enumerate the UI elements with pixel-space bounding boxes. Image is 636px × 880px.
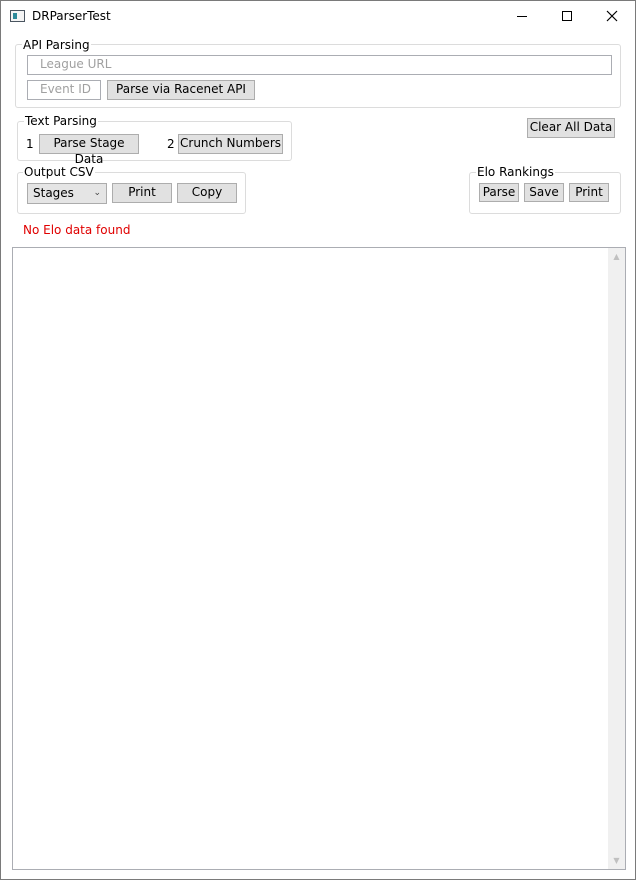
window-title: DRParserTest	[32, 9, 111, 23]
minimize-button[interactable]	[499, 1, 545, 32]
scroll-down-icon[interactable]: ▼	[608, 852, 625, 869]
output-csv-label: Output CSV	[23, 165, 95, 179]
maximize-button[interactable]	[544, 1, 590, 32]
output-type-value: Stages	[33, 186, 74, 200]
output-type-select[interactable]: Stages ⌄	[27, 183, 107, 204]
chevron-down-icon: ⌄	[93, 188, 101, 198]
crunch-numbers-button[interactable]: Crunch Numbers	[178, 134, 283, 154]
vertical-scrollbar[interactable]: ▲ ▼	[608, 248, 625, 869]
step-2-number: 2	[167, 137, 175, 151]
elo-parse-button[interactable]: Parse	[479, 183, 519, 202]
output-copy-button[interactable]: Copy	[177, 183, 237, 203]
text-parsing-label: Text Parsing	[24, 114, 98, 128]
output-textarea[interactable]: ▲ ▼	[12, 247, 626, 870]
event-id-input[interactable]: Event ID	[27, 80, 101, 100]
elo-rankings-label: Elo Rankings	[476, 165, 555, 179]
parse-stage-data-button[interactable]: Parse Stage Data	[39, 134, 139, 166]
output-print-button[interactable]: Print	[112, 183, 172, 203]
maximize-icon	[562, 11, 572, 21]
api-parsing-label: API Parsing	[22, 38, 91, 52]
status-message: No Elo data found	[23, 223, 131, 237]
close-button[interactable]	[589, 1, 635, 32]
step-1-number: 1	[26, 137, 34, 151]
clear-all-data-button[interactable]: Clear All Data	[527, 118, 615, 138]
close-icon	[606, 10, 618, 22]
app-window-icon	[10, 10, 25, 22]
league-url-input[interactable]: League URL	[27, 55, 612, 75]
app-window: DRParserTest API Parsing League URL Even…	[0, 0, 636, 880]
scroll-up-icon[interactable]: ▲	[608, 248, 625, 265]
minimize-icon	[517, 16, 527, 17]
api-parsing-group	[15, 44, 621, 108]
elo-print-button[interactable]: Print	[569, 183, 609, 202]
parse-racenet-api-button[interactable]: Parse via Racenet API	[107, 80, 255, 100]
elo-save-button[interactable]: Save	[524, 183, 564, 202]
title-bar[interactable]: DRParserTest	[1, 1, 635, 32]
